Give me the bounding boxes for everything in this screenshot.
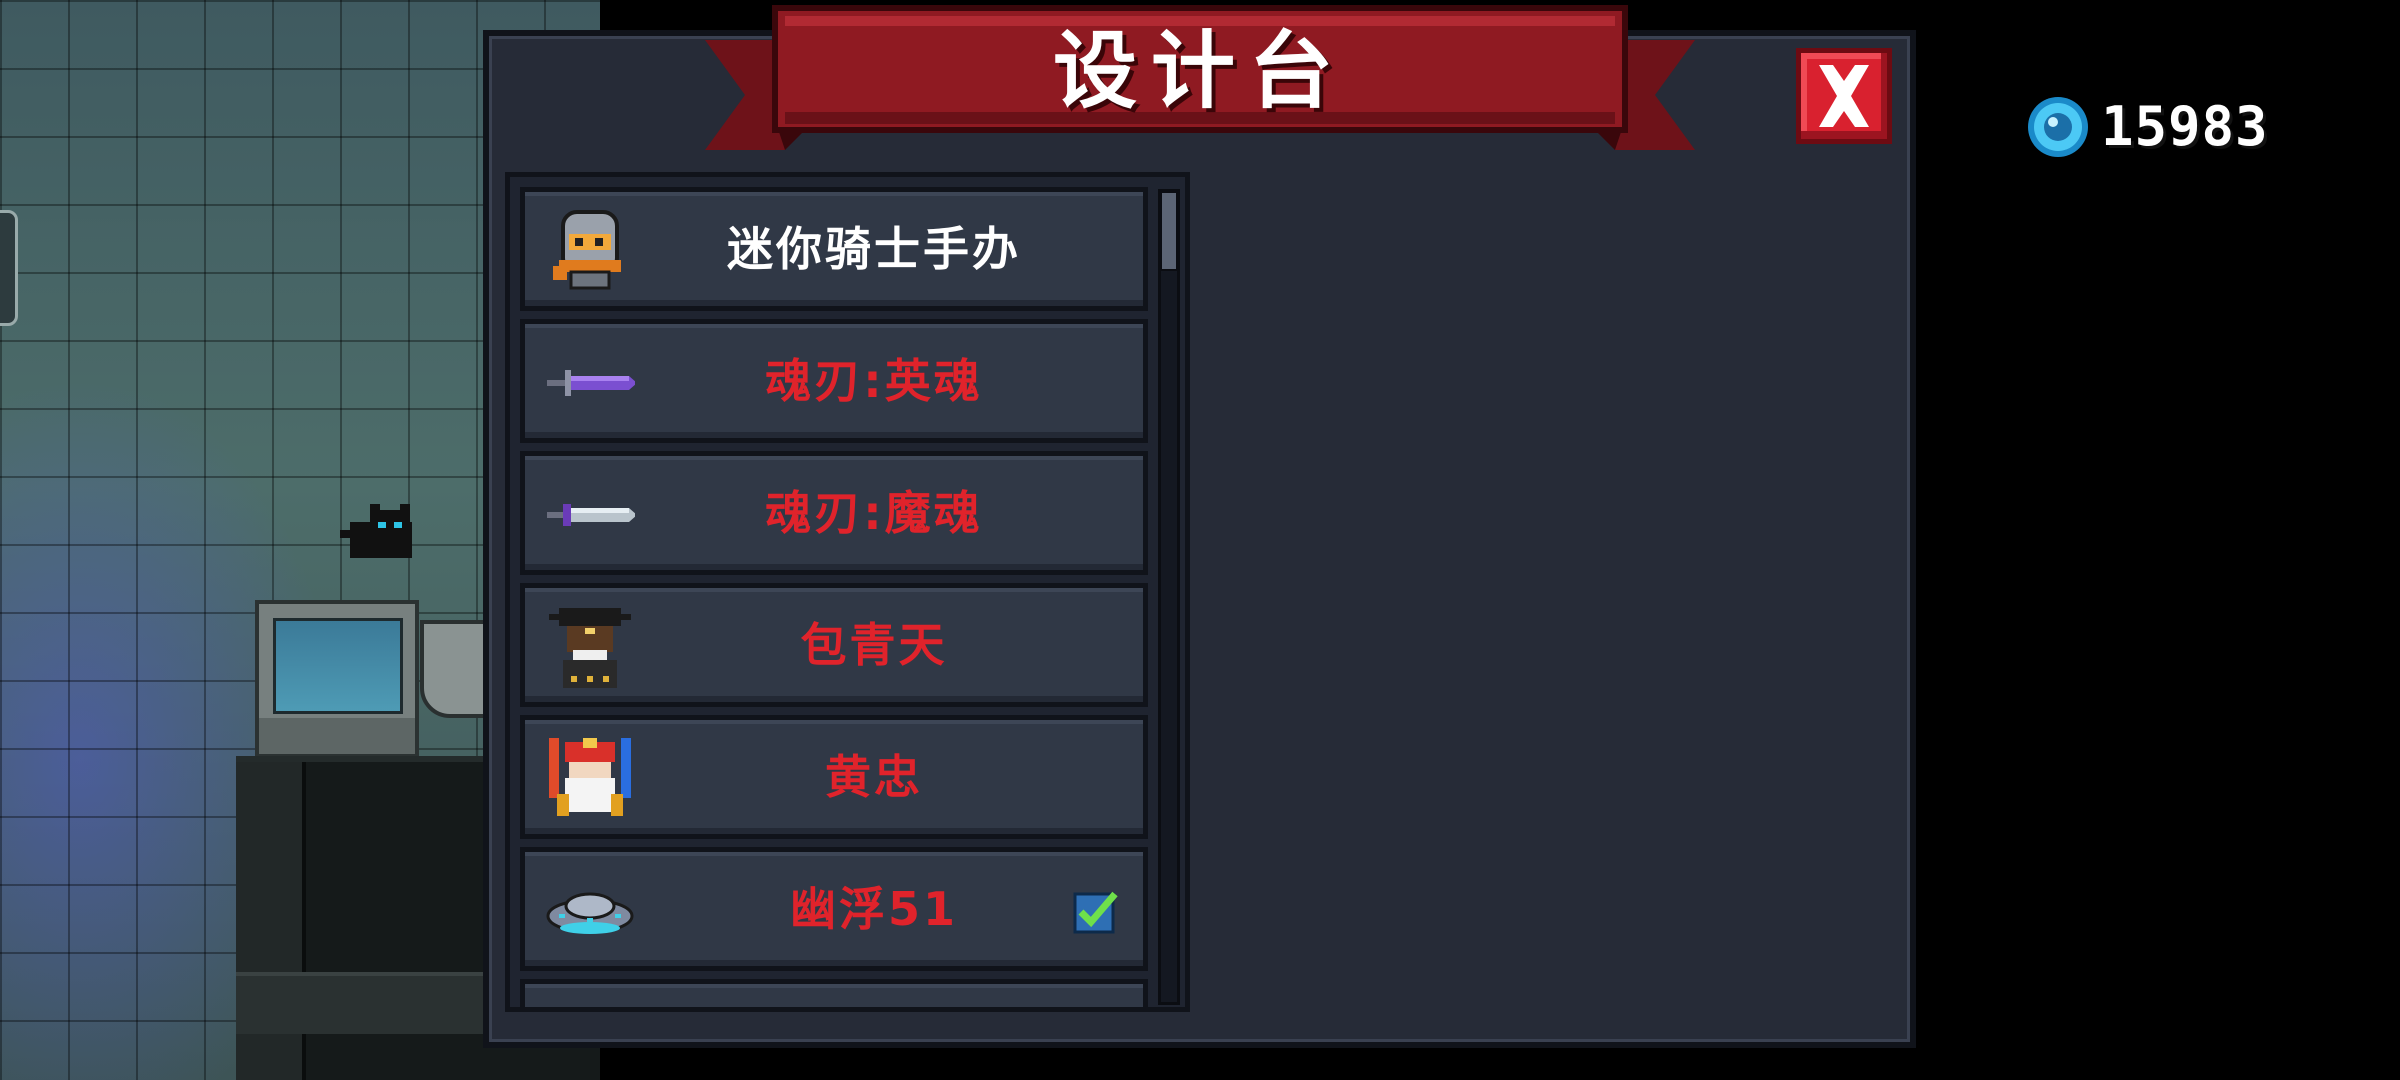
black-cat-pet-icon: [340, 504, 412, 558]
item-label: 魂刃:魔魂: [765, 486, 983, 540]
list-scrollbar[interactable]: [1158, 189, 1180, 1005]
huang-zhong-character-icon: [549, 738, 631, 816]
dialog-title: 设计台: [1052, 22, 1347, 120]
list-item-bao-qingtian[interactable]: 包青天: [520, 583, 1148, 707]
list-item-soul-blade-hero[interactable]: 魂刃:英魂: [520, 319, 1148, 443]
item-label: 迷你骑士手办: [727, 222, 1021, 276]
blue-gem-icon: [2028, 97, 2088, 157]
scrollbar-thumb[interactable]: [1160, 191, 1178, 271]
gem-count: 15983: [2101, 95, 2269, 158]
close-button[interactable]: [1796, 48, 1892, 144]
title-banner: 设计台: [705, 0, 1695, 160]
list-item-soul-blade-demon[interactable]: 魂刃:魔魂: [520, 451, 1148, 575]
soul-blade-sword-icon: [547, 370, 635, 396]
item-detail-area: [1200, 172, 1900, 1012]
list-item-mini-knight[interactable]: 迷你骑士手办: [520, 187, 1148, 311]
wall-panel: [0, 210, 18, 326]
checkmark-icon: [1073, 891, 1118, 934]
mini-knight-figure-icon: [553, 210, 621, 290]
item-label: 黄忠: [825, 750, 923, 804]
bao-qingtian-character-icon: [549, 608, 631, 688]
close-x-icon: [1819, 65, 1869, 127]
computer-monitor: [255, 600, 419, 758]
item-label: 魂刃:英魂: [765, 354, 983, 408]
item-label: 包青天: [800, 618, 948, 672]
soul-blade-dagger-icon: [547, 504, 635, 526]
ufo-icon: [546, 892, 634, 934]
list-item-partial[interactable]: [520, 979, 1148, 1007]
list-item-ufo-51[interactable]: 幽浮51: [520, 847, 1148, 971]
item-label: 幽浮51: [789, 882, 958, 936]
blueprint-list[interactable]: 迷你骑士手办 魂刃:英魂 魂刃:魔魂 包青天 黄忠 幽浮51: [505, 172, 1190, 1012]
list-item-huang-zhong[interactable]: 黄忠: [520, 715, 1148, 839]
